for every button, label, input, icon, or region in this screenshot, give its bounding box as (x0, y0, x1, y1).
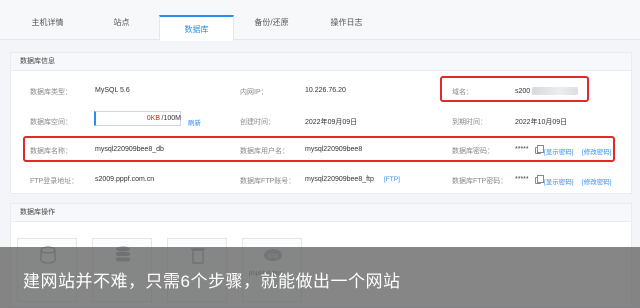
db-ops-title: 数据库操作 (11, 204, 631, 222)
internal-ip-value: 10.226.76.20 (305, 87, 346, 94)
db-space-used: 0KB (146, 115, 160, 122)
tab-host-details[interactable]: 主机详情 (10, 17, 85, 28)
ftp-password-value: ***** (515, 176, 529, 183)
db-info-title: 数据库信息 (11, 53, 631, 71)
caption-overlay: 建网站并不难，只需6个步骤，就能做出一个网站 (0, 247, 640, 308)
tab-sites[interactable]: 站点 (84, 17, 159, 28)
ftp-account-label: 数据库FTP账号： (240, 178, 296, 185)
db-name-value: mysql220909bee8_db (95, 146, 164, 153)
ftp-address-label: FTP登录地址： (30, 178, 79, 185)
db-type-value: MySQL 5.6 (95, 87, 130, 94)
created-time-label: 创建时间： (240, 119, 275, 126)
copy-ftp-password-icon[interactable] (535, 175, 544, 184)
ftp-link[interactable]: [FTP] (384, 176, 400, 183)
ftp-address-value: s2009.pppf.com.cn (95, 176, 155, 183)
db-password-value: ***** (515, 146, 529, 153)
created-time-value: 2022年09月09日 (305, 119, 358, 126)
ftp-show-password-link[interactable]: [显示密码] (544, 176, 574, 186)
db-space-label: 数据库空间： (30, 119, 72, 126)
ftp-change-password-link[interactable]: [修改密码] (582, 176, 612, 186)
db-password-label: 数据库密码： (452, 148, 494, 155)
show-password-link[interactable]: [显示密码] (544, 146, 574, 156)
ftp-account-value: mysql220909bee8_ftp (305, 176, 374, 183)
refresh-link[interactable]: 刷新 (188, 117, 201, 127)
caption-text: 建网站并不难，只需6个步骤，就能做出一个网站 (23, 272, 401, 291)
tab-database[interactable]: 数据库 (159, 15, 234, 41)
expire-time-value: 2022年10月09日 (515, 119, 568, 126)
expire-time-label: 到期时间： (452, 119, 487, 126)
tab-operation-log[interactable]: 操作日志 (309, 17, 384, 28)
change-password-link[interactable]: [修改密码] (582, 146, 612, 156)
copy-password-icon[interactable] (535, 145, 544, 154)
tab-bar: 主机详情 站点 数据库 备份/还原 操作日志 (0, 0, 640, 41)
ftp-password-label: 数据库FTP密码： (452, 178, 508, 185)
db-type-label: 数据库类型： (30, 89, 72, 96)
db-user-value: mysql220909bee8 (305, 146, 363, 153)
db-space-bar: 0KB /100M (94, 111, 181, 126)
db-name-label: 数据库名称： (30, 148, 72, 155)
db-space-total: /100M (161, 115, 181, 122)
internal-ip-label: 内网IP： (240, 89, 268, 96)
tab-backup-restore[interactable]: 备份/还原 (234, 17, 309, 28)
domain-highlight-box (440, 76, 589, 102)
db-user-label: 数据库用户名： (240, 148, 289, 155)
